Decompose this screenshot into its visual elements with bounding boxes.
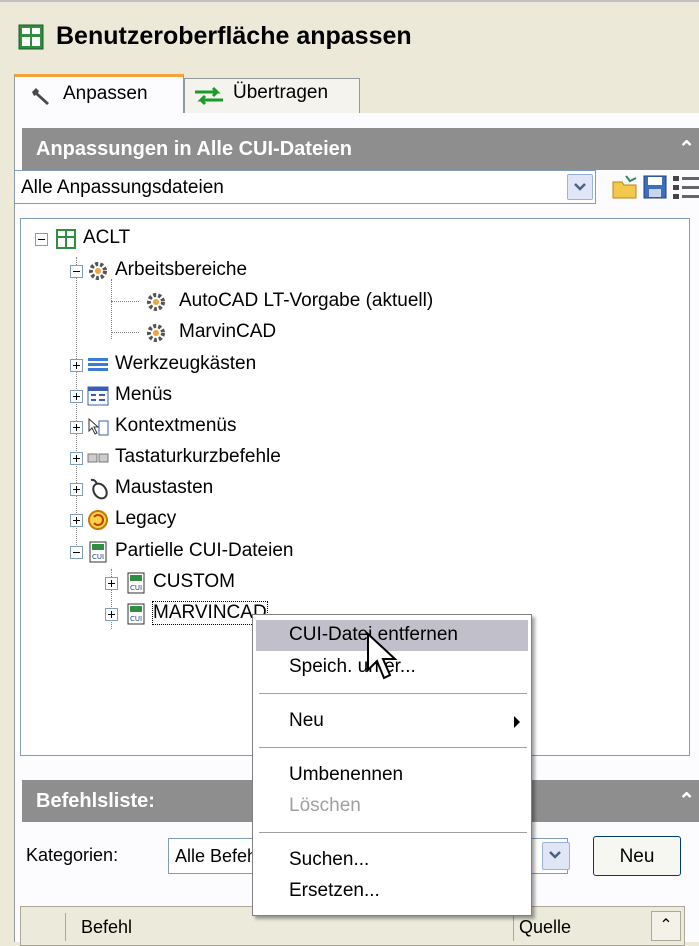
menu-item-replace[interactable]: Ersetzen... xyxy=(256,876,528,907)
svg-text:CUI: CUI xyxy=(130,584,142,592)
tree-node-workspace-default[interactable]: AutoCAD LT-Vorgabe (aktuell) xyxy=(21,286,521,318)
menu-item-label: Löschen xyxy=(289,795,361,816)
tree-node-label: ACLT xyxy=(83,227,131,248)
dropdown-arrow-icon[interactable] xyxy=(567,174,593,200)
customizations-header: Anpassungen in Alle CUI-Dateien ⌃ xyxy=(22,128,699,170)
tree-node-label: Werkzeugkästen xyxy=(115,353,257,374)
tree-node-legacy[interactable]: Legacy xyxy=(21,504,421,536)
menu-item-label: Ersetzen... xyxy=(289,880,380,901)
tree-node-label: CUSTOM xyxy=(153,571,235,592)
dropdown-arrow-icon[interactable] xyxy=(542,842,570,870)
tree-node-partial-cui[interactable]: CUI Partielle CUI-Dateien xyxy=(21,536,421,568)
tree-node-label: MARVINCAD xyxy=(152,601,268,625)
keyboard-keys-icon xyxy=(87,453,109,463)
tree-node-label: Arbeitsbereiche xyxy=(115,259,248,280)
svg-text:CUI: CUI xyxy=(92,553,104,561)
tree-node-label: MarvinCAD xyxy=(179,321,277,342)
tree-node-label: Kontextmenüs xyxy=(115,415,237,436)
menu-item-label: Neu xyxy=(289,710,324,731)
file-filter-value: Alle Anpassungsdateien xyxy=(21,177,224,198)
tree-node-mouse-buttons[interactable]: Maustasten xyxy=(21,473,421,505)
submenu-arrow-icon xyxy=(514,716,520,728)
transfer-arrows-icon xyxy=(195,86,223,106)
mouse-pointer-icon xyxy=(367,632,398,680)
tab-anpassen[interactable]: Anpassen xyxy=(14,74,184,114)
tree-node-label: Legacy xyxy=(115,508,177,529)
tree-node-label: Tastaturkurzbefehle xyxy=(115,446,281,467)
menu-item-label: Suchen... xyxy=(289,849,370,870)
tree-node-label: AutoCAD LT-Vorgabe (aktuell) xyxy=(179,290,434,311)
collapse-toggle[interactable] xyxy=(70,546,83,559)
toolbar-icon xyxy=(88,358,108,371)
tree-node-shortcuts[interactable]: Tastaturkurzbefehle xyxy=(21,442,421,474)
tree-node-label: Partielle CUI-Dateien xyxy=(115,540,294,561)
cui-workspace-icon xyxy=(56,229,76,249)
expand-toggle[interactable] xyxy=(70,452,83,465)
tab-label: Anpassen xyxy=(63,83,148,104)
cui-file-icon: CUI xyxy=(127,603,145,625)
open-file-icon[interactable] xyxy=(610,172,640,202)
section-title: Anpassungen in Alle CUI-Dateien xyxy=(36,138,352,160)
categories-label: Kategorien: xyxy=(26,845,119,865)
menu-item-new[interactable]: Neu xyxy=(256,706,528,737)
expand-toggle[interactable] xyxy=(105,608,118,621)
menu-item-rename[interactable]: Umbenennen xyxy=(256,760,528,791)
expand-toggle[interactable] xyxy=(70,421,83,434)
collapse-toggle[interactable] xyxy=(70,265,83,278)
column-header-source[interactable]: Quelle xyxy=(519,917,571,938)
new-button-label: Neu xyxy=(619,846,655,867)
tree-node-label: Maustasten xyxy=(115,477,214,498)
menu-separator xyxy=(259,693,527,694)
gear-icon xyxy=(147,293,165,311)
expand-toggle[interactable] xyxy=(70,483,83,496)
tree-node-label: Menüs xyxy=(115,384,173,405)
tree-node-menus[interactable]: Menüs xyxy=(21,380,421,412)
tree-view-options-icon[interactable] xyxy=(670,172,699,202)
column-divider xyxy=(65,913,66,941)
tree-node-custom[interactable]: CUI CUSTOM xyxy=(21,567,421,599)
column-divider xyxy=(513,913,514,941)
cui-file-icon: CUI xyxy=(127,572,145,594)
collapse-chevron-icon[interactable]: ⌃ xyxy=(678,788,695,813)
wrench-icon xyxy=(32,88,49,105)
window-title: Benutzeroberfläche anpassen xyxy=(56,22,412,50)
tree-node-context-menus[interactable]: Kontextmenüs xyxy=(21,411,421,443)
gear-icon xyxy=(147,324,165,342)
tree-node-toolbars[interactable]: Werkzeugkästen xyxy=(21,349,421,381)
expand-toggle[interactable] xyxy=(70,514,83,527)
tree-node-aclt[interactable]: ACLT xyxy=(21,223,321,255)
menu-icon xyxy=(87,386,109,406)
expand-toggle[interactable] xyxy=(70,359,83,372)
collapse-toggle[interactable] xyxy=(35,233,48,246)
app-icon xyxy=(18,24,44,50)
cui-file-icon: CUI xyxy=(89,541,107,563)
scroll-up-icon[interactable]: ⌃ xyxy=(651,911,681,941)
menu-item-find[interactable]: Suchen... xyxy=(256,845,528,876)
menu-item-delete: Löschen xyxy=(256,791,528,822)
gear-icon xyxy=(89,262,107,280)
tree-node-workspaces[interactable]: Arbeitsbereiche xyxy=(21,255,421,287)
tab-label: Übertragen xyxy=(233,82,329,103)
title-bar: Benutzeroberfläche anpassen xyxy=(0,0,699,66)
tab-uebertragen[interactable]: Übertragen xyxy=(184,78,360,113)
svg-text:CUI: CUI xyxy=(130,615,142,623)
column-header-command[interactable]: Befehl xyxy=(81,917,132,938)
expand-toggle[interactable] xyxy=(70,390,83,403)
tree-node-workspace-marvincad[interactable]: MarvinCAD xyxy=(21,317,421,349)
file-filter-dropdown[interactable]: Alle Anpassungsdateien xyxy=(14,170,596,204)
menu-separator xyxy=(259,747,527,748)
mouse-icon xyxy=(90,478,108,500)
save-icon[interactable] xyxy=(640,172,670,202)
section-title: Befehlsliste: xyxy=(36,790,155,812)
menu-separator xyxy=(259,832,527,833)
legacy-icon xyxy=(88,510,108,530)
tab-bar: Anpassen Übertragen xyxy=(14,74,699,115)
collapse-chevron-icon[interactable]: ⌃ xyxy=(678,136,695,161)
menu-item-label: Umbenennen xyxy=(289,764,404,785)
context-menu-icon xyxy=(88,417,109,436)
new-command-button[interactable]: Neu xyxy=(593,836,681,876)
expand-toggle[interactable] xyxy=(105,577,118,590)
